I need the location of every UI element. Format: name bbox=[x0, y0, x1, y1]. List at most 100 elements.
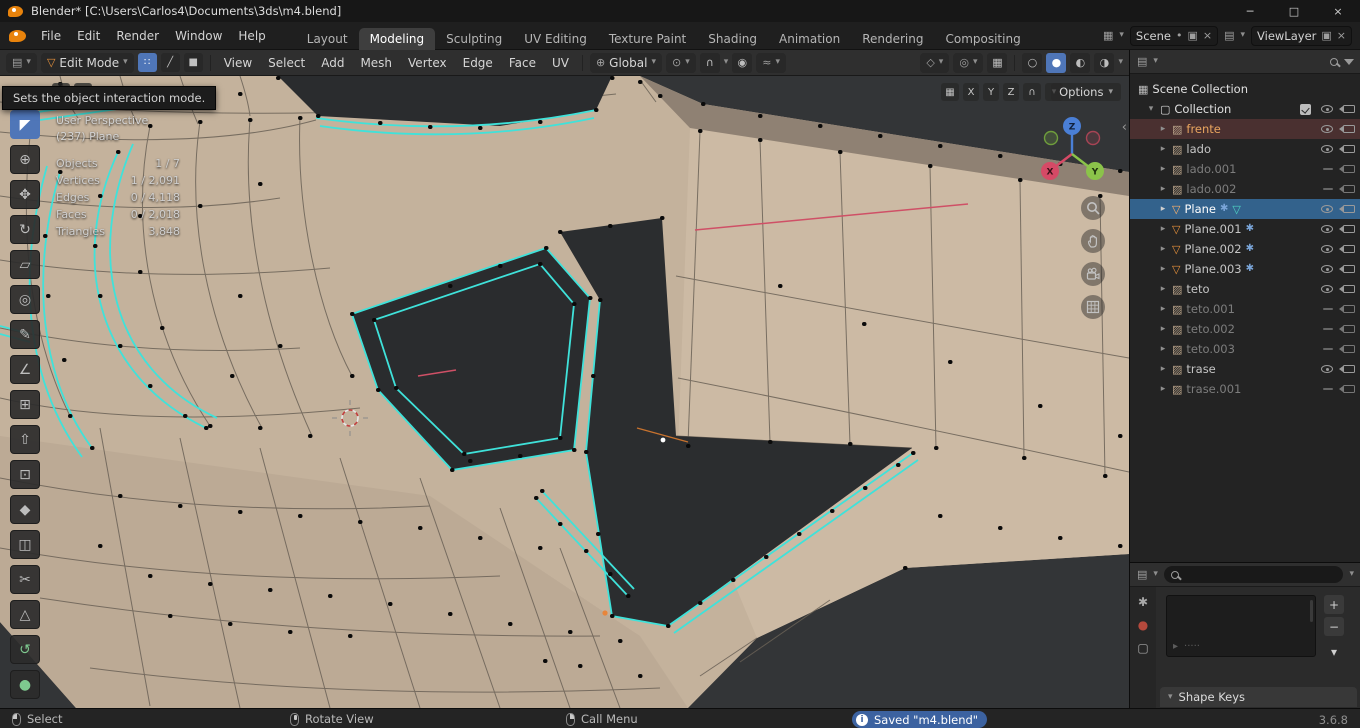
camera-visibility-icon[interactable] bbox=[1339, 245, 1355, 253]
scene-browse-chevron-icon[interactable]: ▾ bbox=[1119, 31, 1124, 40]
disclosure-icon[interactable]: ▸ bbox=[1158, 364, 1168, 374]
saved-report-badge[interactable]: i Saved "m4.blend" bbox=[852, 711, 988, 728]
viewlayer-browse-chevron-icon[interactable]: ▾ bbox=[1240, 31, 1245, 40]
disclosure-icon[interactable]: ▸ bbox=[1158, 344, 1168, 354]
outliner-item-plane-002[interactable]: ▸ ▽ Plane.002 ✱ bbox=[1130, 239, 1360, 259]
eye-closed-icon[interactable] bbox=[1323, 348, 1333, 350]
tab-texture-paint[interactable]: Texture Paint bbox=[598, 28, 697, 50]
tab-world-icon[interactable]: ● bbox=[1138, 618, 1148, 632]
minimize-button[interactable]: ─ bbox=[1228, 0, 1272, 22]
eye-icon[interactable] bbox=[1321, 125, 1333, 133]
viewlayer-selector[interactable]: ViewLayer ▣ × bbox=[1251, 25, 1352, 46]
eye-closed-icon[interactable] bbox=[1323, 388, 1333, 390]
disclosure-icon[interactable]: ▸ bbox=[1158, 144, 1168, 154]
tab-tool-icon[interactable]: ✱ bbox=[1138, 595, 1148, 609]
menu-vertex[interactable]: Vertex bbox=[402, 56, 453, 70]
chevron-down-icon[interactable]: ▾ bbox=[1153, 57, 1158, 66]
menu-face[interactable]: Face bbox=[503, 56, 542, 70]
specials-menu-chevron-icon[interactable]: ▾ bbox=[1324, 642, 1344, 661]
menu-add[interactable]: Add bbox=[315, 56, 350, 70]
tool-smooth[interactable]: ● bbox=[10, 670, 40, 699]
transform-orientation-dropdown[interactable]: ⊕ Global ▾ bbox=[589, 52, 662, 73]
tool-rotate[interactable]: ↻ bbox=[10, 215, 40, 244]
tool-measure[interactable]: ∠ bbox=[10, 355, 40, 384]
tool-bevel[interactable]: ◆ bbox=[10, 495, 40, 524]
collection-checkbox[interactable] bbox=[1300, 103, 1311, 115]
zoom-icon[interactable] bbox=[1081, 196, 1105, 220]
disclosure-icon[interactable]: ▸ bbox=[1158, 264, 1168, 274]
modifier-wrench-icon[interactable]: ✱ bbox=[1246, 224, 1254, 234]
vertex-group-list[interactable]: ▸ ····· bbox=[1166, 595, 1316, 657]
snap-toggle-button[interactable]: ∩ bbox=[699, 52, 720, 73]
pin-icon[interactable]: • bbox=[1176, 30, 1183, 41]
disclosure-icon[interactable]: ▸ bbox=[1158, 204, 1168, 214]
tool-cursor[interactable]: ⊕ bbox=[10, 145, 40, 174]
3d-viewport[interactable]: ▢ ▦ ▦ X Y Z ∩ ▾ Options ▾ ‹ ◤ ⊕ ✥ ↻ ▱ ◎ … bbox=[0, 76, 1129, 708]
modifier-wrench-icon[interactable]: ✱ bbox=[1220, 204, 1228, 214]
new-viewlayer-icon[interactable]: ▣ bbox=[1321, 30, 1331, 41]
disclosure-icon[interactable]: ▸ bbox=[1158, 244, 1168, 254]
tool-inset[interactable]: ⊡ bbox=[10, 460, 40, 489]
outliner-item-plane-003[interactable]: ▸ ▽ Plane.003 ✱ bbox=[1130, 259, 1360, 279]
eye-icon[interactable] bbox=[1321, 225, 1333, 233]
camera-visibility-icon[interactable] bbox=[1339, 305, 1355, 313]
tab-layout[interactable]: Layout bbox=[296, 28, 359, 50]
tool-knife[interactable]: ✂ bbox=[10, 565, 40, 594]
remove-viewlayer-icon[interactable]: × bbox=[1337, 30, 1346, 41]
camera-visibility-icon[interactable] bbox=[1339, 285, 1355, 293]
outliner-filter-icon[interactable] bbox=[1344, 58, 1354, 65]
tab-compositing[interactable]: Compositing bbox=[934, 28, 1031, 50]
modifier-wrench-icon[interactable]: ✱ bbox=[1246, 244, 1254, 254]
camera-visibility-icon[interactable] bbox=[1339, 205, 1355, 213]
falloff-dropdown[interactable]: ≈ ▾ bbox=[756, 52, 787, 73]
eye-icon[interactable] bbox=[1321, 365, 1333, 373]
camera-visibility-icon[interactable] bbox=[1339, 365, 1355, 373]
properties-search-input[interactable] bbox=[1163, 566, 1344, 583]
unlink-scene-icon[interactable]: × bbox=[1203, 30, 1212, 41]
tab-shading[interactable]: Shading bbox=[697, 28, 768, 50]
chevron-down-icon[interactable]: ▾ bbox=[1153, 570, 1158, 579]
camera-visibility-icon[interactable] bbox=[1339, 325, 1355, 333]
menu-render[interactable]: Render bbox=[108, 22, 167, 50]
camera-visibility-icon[interactable] bbox=[1339, 385, 1355, 393]
blender-menu-icon[interactable] bbox=[9, 29, 26, 42]
properties-editor-icon[interactable]: ▤ bbox=[1137, 569, 1147, 580]
outliner-search-icon[interactable] bbox=[1330, 57, 1338, 66]
outliner-item-teto-002[interactable]: ▸ ▨ teto.002 bbox=[1130, 319, 1360, 339]
shading-menu-chevron-icon[interactable]: ▾ bbox=[1118, 58, 1123, 67]
tool-transform[interactable]: ◎ bbox=[10, 285, 40, 314]
eye-closed-icon[interactable] bbox=[1323, 168, 1333, 170]
outliner-scene-collection[interactable]: ▦ Scene Collection bbox=[1130, 79, 1360, 99]
snap-menu-chevron-icon[interactable]: ▾ bbox=[724, 58, 729, 67]
shading-wireframe-button[interactable]: ○ bbox=[1022, 52, 1043, 73]
mode-dropdown[interactable]: ▽ Edit Mode ▾ bbox=[40, 52, 134, 73]
options-dropdown[interactable]: Options ▾ bbox=[1051, 83, 1121, 101]
eye-icon[interactable] bbox=[1321, 205, 1333, 213]
outliner-item-trase-001[interactable]: ▸ ▨ trase.001 bbox=[1130, 379, 1360, 399]
sidebar-toggle-chevron-icon[interactable]: ‹ bbox=[1122, 120, 1127, 135]
camera-visibility-icon[interactable] bbox=[1339, 145, 1355, 153]
shading-material-button[interactable]: ◐ bbox=[1070, 52, 1091, 73]
camera-visibility-icon[interactable] bbox=[1339, 345, 1355, 353]
shape-keys-panel-header[interactable]: ▾ Shape Keys bbox=[1160, 687, 1357, 707]
tool-move[interactable]: ✥ bbox=[10, 180, 40, 209]
outliner-item-plane[interactable]: ▸ ▽ Plane ✱ ▽ bbox=[1130, 199, 1360, 219]
snap-icon[interactable]: ∩ bbox=[1023, 83, 1041, 101]
menu-select[interactable]: Select bbox=[262, 56, 311, 70]
proportional-editing-button[interactable]: ◉ bbox=[732, 52, 753, 73]
edge-select-mode-button[interactable]: ╱ bbox=[160, 53, 180, 72]
mirror-x-button[interactable]: X bbox=[963, 83, 979, 101]
new-scene-icon[interactable]: ▣ bbox=[1187, 30, 1197, 41]
menu-window[interactable]: Window bbox=[167, 22, 230, 50]
tab-animation[interactable]: Animation bbox=[768, 28, 851, 50]
eye-icon[interactable] bbox=[1321, 285, 1333, 293]
camera-visibility-icon[interactable] bbox=[1339, 265, 1355, 273]
menu-file[interactable]: File bbox=[33, 22, 69, 50]
disclosure-icon[interactable]: ▸ bbox=[1158, 304, 1168, 314]
navigation-gizmo[interactable]: Z X Y bbox=[1037, 114, 1109, 186]
outliner-item-lado[interactable]: ▸ ▨ lado bbox=[1130, 139, 1360, 159]
chevron-down-icon[interactable]: ▾ bbox=[1349, 570, 1354, 579]
menu-edit[interactable]: Edit bbox=[69, 22, 108, 50]
orthographic-grid-icon[interactable] bbox=[1081, 295, 1105, 319]
tool-extrude[interactable]: ⇧ bbox=[10, 425, 40, 454]
